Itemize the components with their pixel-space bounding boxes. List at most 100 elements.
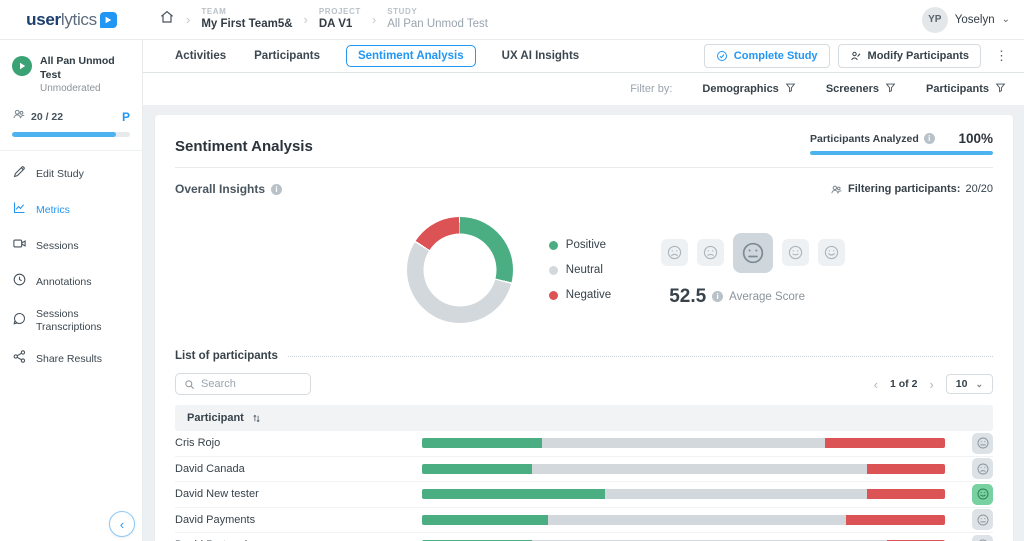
participant-column-header: Participant <box>187 412 244 424</box>
breadcrumb-item-study[interactable]: STUDYAll Pan Unmod Test <box>387 7 488 31</box>
sentiment-bar <box>422 464 945 474</box>
legend-item-positive: Positive <box>549 239 611 251</box>
table-row[interactable]: Cris Rojo <box>175 431 993 457</box>
bar-negative-segment <box>846 515 945 525</box>
table-header[interactable]: Participant <box>175 405 993 431</box>
breadcrumb-item-project[interactable]: PROJECTDA V1 <box>319 7 361 31</box>
page-next-icon[interactable]: › <box>927 377 935 392</box>
list-controls: ‹ 1 of 2 › 10 ⌄ <box>175 373 993 395</box>
clock-icon <box>12 272 27 292</box>
sidebar-item-metrics[interactable]: Metrics <box>0 192 142 228</box>
kebab-menu-icon[interactable]: ⋮ <box>989 46 1014 66</box>
table-row[interactable]: David New tester <box>175 482 993 508</box>
participants-analyzed: Participants Analyzed i 100% <box>810 131 993 155</box>
sidebar-item-sessions[interactable]: Sessions <box>0 228 142 264</box>
legend-item-negative: Negative <box>549 289 611 301</box>
sidebar-collapse-button[interactable]: ‹ <box>109 511 135 537</box>
tab-sentiment-analysis[interactable]: Sentiment Analysis <box>346 45 476 67</box>
tab-activities[interactable]: Activities <box>173 46 228 66</box>
neutral-face-icon[interactable] <box>733 233 773 273</box>
content-area: Sentiment Analysis Participants Analyzed… <box>143 105 1024 541</box>
sidebar: All Pan Unmod Test Unmoderated 20 / 22 P… <box>0 40 143 541</box>
funnel-icon <box>885 82 896 96</box>
bar-neutral-segment <box>532 464 867 474</box>
breadcrumb-label: TEAM <box>201 7 292 17</box>
breadcrumb-item-team[interactable]: TEAMMy First Team5& <box>201 7 292 31</box>
modify-participants-button[interactable]: Modify Participants <box>838 44 981 68</box>
filter-by-label: Filter by: <box>630 83 672 95</box>
legend-label: Neutral <box>566 264 603 276</box>
tab-participants[interactable]: Participants <box>252 46 322 66</box>
tab-ux-ai-insights[interactable]: UX AI Insights <box>500 46 582 66</box>
sidebar-item-edit-study[interactable]: Edit Study <box>0 156 142 192</box>
participants-table-body: Cris Rojo David Canada David New tester Dav… <box>175 431 993 541</box>
dotted-divider <box>288 356 993 357</box>
user-menu[interactable]: YP Yoselyn ⌄ <box>922 7 1010 33</box>
search-input[interactable] <box>201 378 302 390</box>
sentiment-ratings: 52.5 i Average Score <box>661 233 845 308</box>
filter-participants-button[interactable]: Participants <box>926 82 1006 96</box>
sentiment-analysis-card: Sentiment Analysis Participants Analyzed… <box>155 115 1013 541</box>
filter-label: Demographics <box>702 83 778 95</box>
average-score-label: Average Score <box>729 291 805 303</box>
analyzed-progress-bar <box>810 151 993 155</box>
sentiment-bar <box>422 489 945 499</box>
slightly-happy-face-icon[interactable] <box>782 239 809 266</box>
happy-face-icon[interactable] <box>818 239 845 266</box>
sidebar-item-share-results[interactable]: Share Results <box>0 341 142 377</box>
list-title-row: List of participants <box>175 350 993 362</box>
sidebar-item-sessions-transcriptions[interactable]: Sessions Transcriptions <box>0 300 142 341</box>
top-header: userlytics › TEAMMy First Team5& › PROJECTD… <box>0 0 1024 40</box>
userlytics-logo[interactable]: userlytics <box>0 10 143 30</box>
bar-neutral-segment <box>542 438 824 448</box>
bar-positive-segment <box>422 489 605 499</box>
info-icon[interactable]: i <box>924 133 935 144</box>
page-prev-icon[interactable]: ‹ <box>872 377 880 392</box>
info-icon[interactable]: i <box>271 184 282 195</box>
home-icon[interactable] <box>159 9 175 30</box>
sad-face-icon[interactable] <box>697 239 724 266</box>
metrics-icon <box>12 200 27 220</box>
legend-label: Positive <box>566 239 606 251</box>
sort-icon[interactable] <box>251 413 262 424</box>
bar-neutral-segment <box>605 489 867 499</box>
pagination: ‹ 1 of 2 › 10 ⌄ <box>872 374 993 394</box>
study-name: All Pan Unmod Test <box>40 55 130 82</box>
panel-letter-badge[interactable]: P <box>122 110 130 124</box>
breadcrumb: ›TEAMMy First Team5&›PROJECTDA V1›STUDYA… <box>159 7 488 31</box>
table-row[interactable]: David Canada <box>175 457 993 483</box>
filtering-value: 20/20 <box>965 183 993 195</box>
legend-dot <box>549 291 558 300</box>
search-box[interactable] <box>175 373 311 395</box>
tab-bar: Activities Participants Sentiment Analysis… <box>143 40 1024 73</box>
breadcrumb-separator-icon: › <box>372 12 376 27</box>
table-row[interactable]: David Portugal <box>175 533 993 541</box>
overall-insights-label: Overall Insights <box>175 182 265 196</box>
page-size-select[interactable]: 10 ⌄ <box>946 374 993 394</box>
filter-screeners-button[interactable]: Screeners <box>826 82 896 96</box>
card-header: Sentiment Analysis Participants Analyzed… <box>175 115 993 168</box>
sad-face-icon <box>972 535 993 541</box>
breadcrumb-value: DA V1 <box>319 17 361 31</box>
filtering-label: Filtering participants: <box>848 183 960 195</box>
participant-name: Cris Rojo <box>175 437 422 449</box>
table-row[interactable]: David Payments <box>175 508 993 534</box>
study-progress-bar <box>12 132 130 137</box>
participants-analyzed-value: 100% <box>958 131 993 146</box>
filter-demographics-button[interactable]: Demographics <box>702 82 795 96</box>
complete-study-button[interactable]: Complete Study <box>704 44 830 68</box>
legend-dot <box>549 266 558 275</box>
breadcrumb-separator-icon: › <box>304 12 308 27</box>
participant-name: David New tester <box>175 488 422 500</box>
search-icon <box>184 379 195 390</box>
very-sad-face-icon[interactable] <box>661 239 688 266</box>
happy-face-icon <box>972 484 993 505</box>
sidebar-item-annotations[interactable]: Annotations <box>0 264 142 300</box>
funnel-icon <box>785 82 796 96</box>
participants-icon <box>830 183 843 196</box>
sentiment-donut-chart <box>407 217 513 323</box>
sentiment-face-scale <box>661 233 845 273</box>
sidebar-item-label: Edit Study <box>36 168 84 181</box>
breadcrumb-value: My First Team5& <box>201 17 292 31</box>
info-icon[interactable]: i <box>712 291 723 302</box>
